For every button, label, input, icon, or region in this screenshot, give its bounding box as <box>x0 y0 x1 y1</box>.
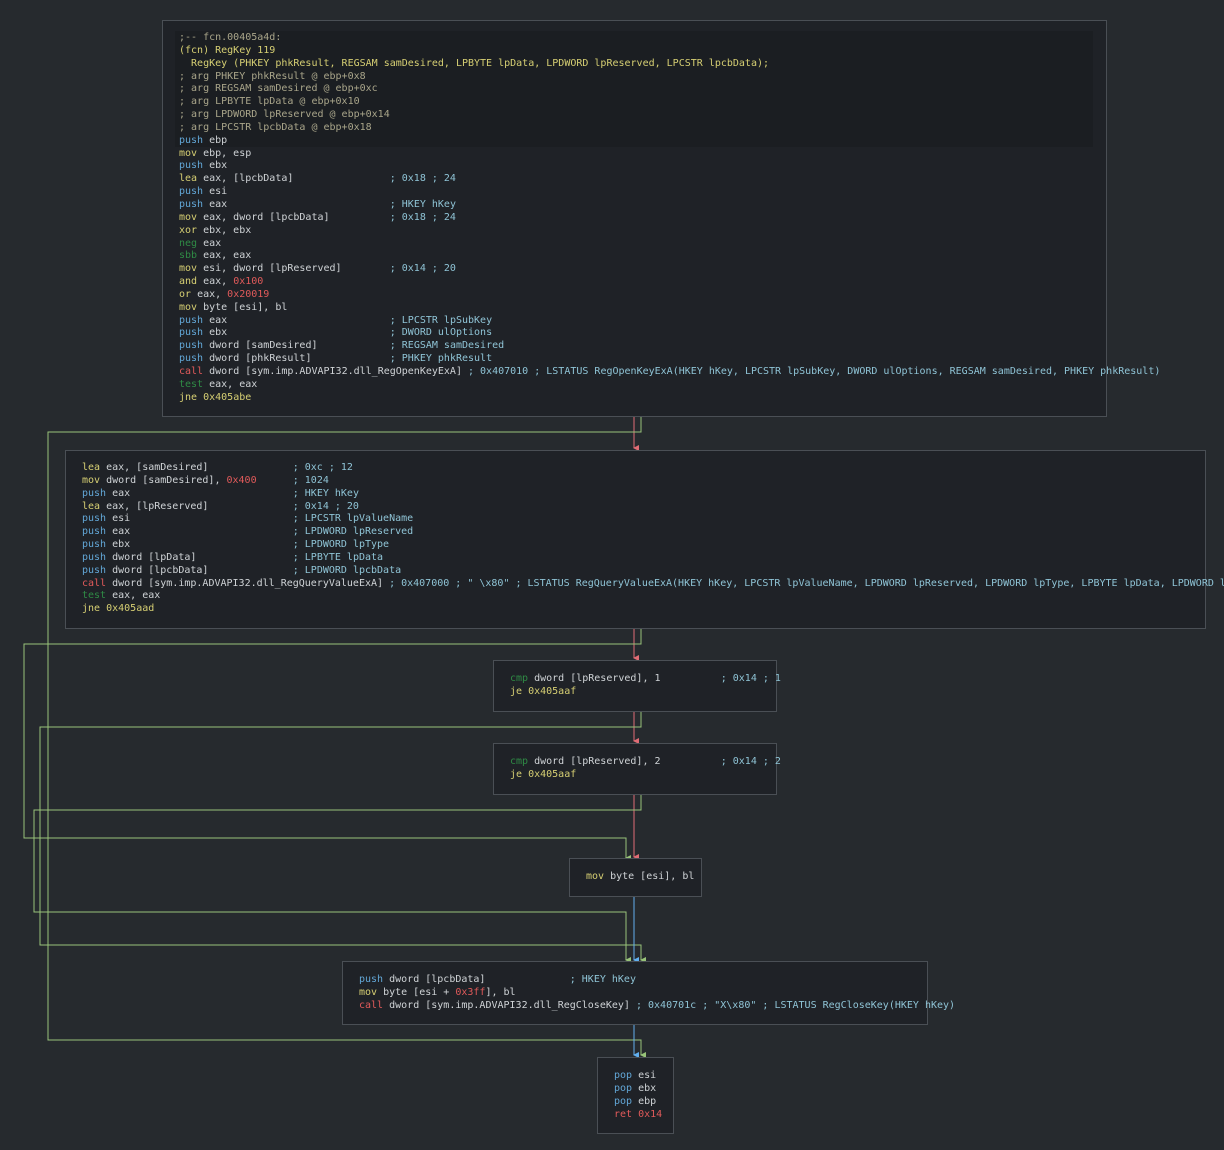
asm-line: and eax, 0x100 <box>179 276 264 288</box>
asm-line: push eax ; LPCSTR lpSubKey <box>179 314 493 326</box>
block-return[interactable]: pop esi pop ebx pop ebp ret 0x14 <box>597 1057 674 1134</box>
asm-line: pop ebx <box>614 1082 657 1094</box>
block-mov[interactable]: mov byte [esi], bl <box>569 858 702 897</box>
asm-line: xor ebx, ebx <box>179 224 252 236</box>
header-line: ;-- fcn.00405a4d: <box>179 32 282 43</box>
asm-line: push dword [lpData] ; LPBYTE lpData <box>82 551 384 563</box>
asm-line: sbb eax, eax <box>179 250 252 262</box>
header-line: ; arg PHKEY phkResult @ ebp+0x8 <box>179 70 366 82</box>
header-line: ; arg LPBYTE lpData @ ebp+0x10 <box>179 96 360 108</box>
asm-line: cmp dword [lpReserved], 1 ; 0x14 ; 1 <box>510 673 781 684</box>
asm-line: push dword [lpcbData] ; LPDWORD lpcbData <box>82 564 402 576</box>
asm-line: lea eax, [lpReserved] ; 0x14 ; 20 <box>82 500 359 512</box>
block-code: push dword [lpcbData] ; HKEY hKey mov byt… <box>359 974 955 1013</box>
block-code: mov byte [esi], bl <box>586 871 694 884</box>
block-cmp-1[interactable]: cmp dword [lpReserved], 1 ; 0x14 ; 1 je 0… <box>493 660 781 712</box>
header-line: RegKey (PHKEY phkResult, REGSAM samDesir… <box>179 57 770 69</box>
asm-line: push ebx <box>179 160 228 172</box>
asm-line: push ebx ; LPDWORD lpType <box>82 539 390 551</box>
asm-line: mov byte [esi], bl <box>586 871 695 882</box>
asm-line: je 0x405aaf <box>510 768 577 780</box>
asm-line: ret 0x14 <box>614 1108 663 1120</box>
block-code: lea eax, [samDesired] ; 0xc ; 12 mov dwor… <box>82 462 1224 616</box>
asm-line: mov dword [samDesired], 0x400 ; 1024 <box>82 474 329 486</box>
asm-line: push eax ; HKEY hKey <box>82 487 359 499</box>
header-line: (fcn) RegKey 119 <box>179 44 276 56</box>
asm-line: push ebp <box>179 134 228 146</box>
asm-line: lea eax, [samDesired] ; 0xc ; 12 <box>82 462 353 473</box>
asm-line: push eax ; HKEY hKey <box>179 198 456 210</box>
asm-line: mov byte [esi + 0x3ff], bl <box>359 986 516 998</box>
asm-line: push eax ; LPDWORD lpReserved <box>82 526 414 538</box>
header-line: ; arg REGSAM samDesired @ ebp+0xc <box>179 83 378 95</box>
asm-line: push esi <box>179 186 228 198</box>
asm-line: mov ebp, esp <box>179 147 252 159</box>
asm-line: pop ebp <box>614 1095 657 1107</box>
asm-line: call dword [sym.imp.ADVAPI32.dll_RegClos… <box>359 999 956 1011</box>
block-code: cmp dword [lpReserved], 1 ; 0x14 ; 1 je 0… <box>510 673 781 699</box>
block-close-key[interactable]: push dword [lpcbData] ; HKEY hKey mov byt… <box>342 961 955 1025</box>
asm-line: test eax, eax <box>82 590 161 602</box>
asm-line: call dword [sym.imp.ADVAPI32.dll_RegQuer… <box>82 577 1224 589</box>
block-code: pop esi pop ebx pop ebp ret 0x14 <box>614 1070 662 1121</box>
asm-line: mov esi, dword [lpReserved] ; 0x14 ; 20 <box>179 263 456 275</box>
asm-line: jne 0x405aad <box>82 603 155 615</box>
asm-line: push ebx ; DWORD ulOptions <box>179 327 493 339</box>
asm-line: cmp dword [lpReserved], 2 ; 0x14 ; 2 <box>510 756 781 767</box>
asm-line: mov byte [esi], bl <box>179 301 288 313</box>
asm-line: test eax, eax <box>179 378 258 390</box>
asm-line: push dword [lpcbData] ; HKEY hKey <box>359 974 636 985</box>
edge-cmp2-je-close <box>33 794 642 963</box>
asm-line: mov eax, dword [lpcbData] ; 0x18 ; 24 <box>179 211 456 223</box>
asm-line: call dword [sym.imp.ADVAPI32.dll_RegOpen… <box>179 365 1161 377</box>
asm-line: je 0x405aaf <box>510 685 577 697</box>
asm-line: pop esi <box>614 1070 657 1081</box>
block-cmp-2[interactable]: cmp dword [lpReserved], 2 ; 0x14 ; 2 je 0… <box>493 743 781 795</box>
asm-line: or eax, 0x20019 <box>179 288 270 300</box>
asm-line: lea eax, [lpcbData] ; 0x18 ; 24 <box>179 173 456 185</box>
asm-line: push dword [phkResult] ; PHKEY phkResult <box>179 353 493 365</box>
header-line: ; arg LPCSTR lpcbData @ ebp+0x18 <box>179 121 372 133</box>
block-code: cmp dword [lpReserved], 2 ; 0x14 ; 2 je 0… <box>510 756 781 782</box>
block-query-value[interactable]: lea eax, [samDesired] ; 0xc ; 12 mov dwor… <box>65 450 1224 629</box>
asm-line: jne 0x405abe <box>179 391 252 403</box>
asm-line: neg eax <box>179 237 222 249</box>
asm-line: push dword [samDesired] ; REGSAM samDesi… <box>179 340 505 352</box>
block-code: ;-- fcn.00405a4d: (fcn) RegKey 119 RegKey… <box>179 32 1160 404</box>
block-function-entry[interactable]: ;-- fcn.00405a4d: (fcn) RegKey 119 RegKey… <box>162 20 1160 417</box>
asm-line: push esi ; LPCSTR lpValueName <box>82 513 414 525</box>
header-line: ; arg LPDWORD lpReserved @ ebp+0x14 <box>179 109 390 121</box>
